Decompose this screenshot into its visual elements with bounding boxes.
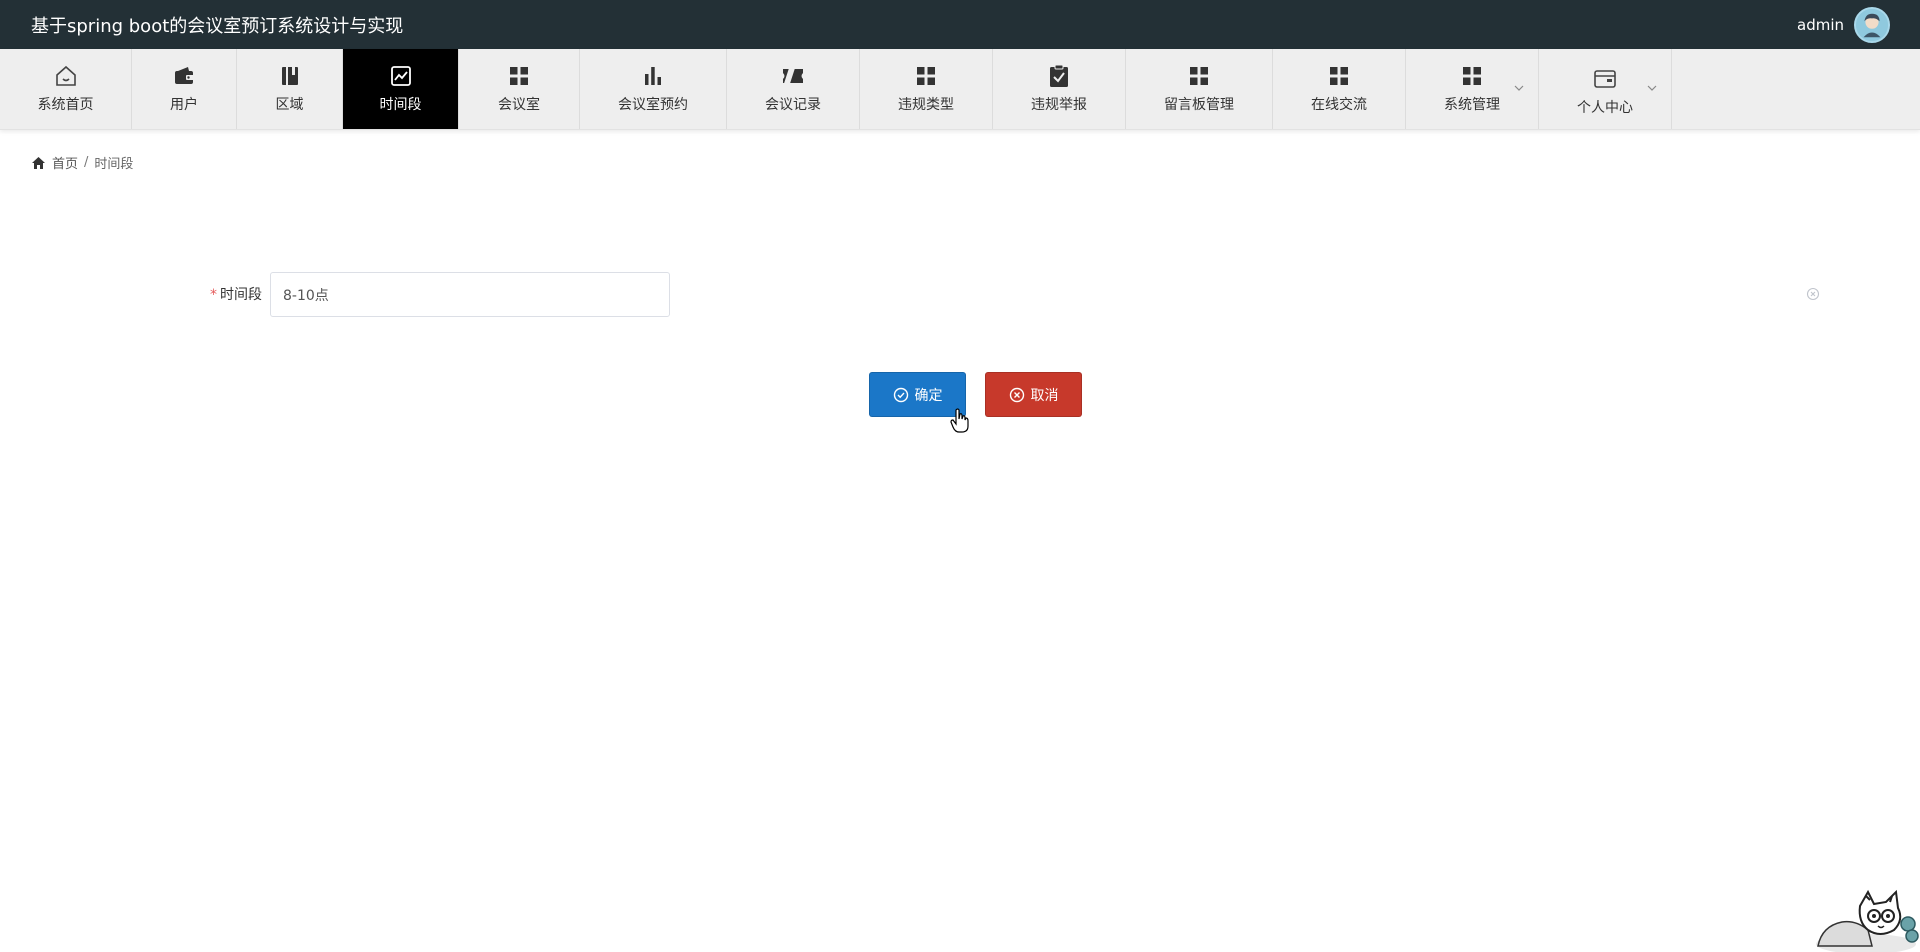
nav-item-message-board[interactable]: 留言板管理 [1126, 49, 1273, 129]
time-slot-label: * 时间段 [200, 284, 262, 304]
grid-icon [507, 64, 531, 88]
wallet-icon [172, 64, 196, 88]
cancel-button-label: 取消 [1030, 387, 1059, 404]
book-icon [278, 64, 302, 88]
nav-item-meeting-records[interactable]: 会议记录 [727, 49, 860, 129]
breadcrumb-home[interactable]: 首页 [52, 153, 78, 172]
top-header: 基于spring boot的会议室预订系统设计与实现 admin [0, 0, 1920, 49]
nav-label: 个人中心 [1577, 100, 1633, 116]
nav-item-online-chat[interactable]: 在线交流 [1273, 49, 1406, 129]
avatar[interactable] [1854, 6, 1890, 43]
username[interactable]: admin [1797, 16, 1844, 34]
chevron-down-icon [1514, 85, 1524, 91]
hand-cursor-icon [950, 408, 969, 433]
clipboard-check-icon [1047, 64, 1071, 88]
nav-label: 系统管理 [1444, 97, 1500, 113]
nav-label: 会议记录 [765, 97, 821, 113]
nav-item-users[interactable]: 用户 [132, 49, 237, 129]
grid-icon [1187, 64, 1211, 88]
nav-label: 会议室预约 [618, 97, 688, 113]
nav-label: 会议室 [498, 97, 540, 113]
main-nav: 系统首页 用户 区域 时间段 会议室 会议室预约 会议记录 违规类型 违规举报 … [0, 49, 1920, 130]
required-mark: * [210, 287, 217, 303]
nav-label: 时间段 [379, 97, 422, 113]
cancel-button[interactable]: 取消 [985, 372, 1082, 417]
nav-item-violation-reports[interactable]: 违规举报 [993, 49, 1126, 129]
nav-label: 留言板管理 [1164, 97, 1234, 113]
nav-item-violation-types[interactable]: 违规类型 [860, 49, 993, 129]
nav-item-meeting-room[interactable]: 会议室 [459, 49, 580, 129]
nav-item-system-management[interactable]: 系统管理 [1406, 49, 1539, 129]
breadcrumb-separator: / [84, 155, 89, 170]
nav-label: 违规举报 [1031, 97, 1087, 113]
check-circle-icon [893, 387, 908, 402]
grid-icon [1460, 64, 1484, 88]
nav-label: 用户 [170, 97, 198, 113]
clear-icon[interactable] [1806, 287, 1820, 301]
grid-icon [914, 64, 938, 88]
time-slot-label-text: 时间段 [220, 287, 262, 303]
nav-item-room-booking[interactable]: 会议室预约 [580, 49, 727, 129]
app-title: 基于spring boot的会议室预订系统设计与实现 [31, 15, 404, 37]
nav-item-time-slot[interactable]: 时间段 [343, 49, 459, 129]
time-slot-input[interactable] [270, 272, 670, 317]
nav-item-home[interactable]: 系统首页 [0, 49, 132, 129]
home-icon[interactable] [31, 156, 46, 170]
breadcrumb-current: 时间段 [94, 157, 134, 172]
nav-item-personal-center[interactable]: 个人中心 [1539, 49, 1672, 129]
nav-label: 违规类型 [898, 97, 954, 113]
home-icon [54, 64, 78, 88]
nav-item-region[interactable]: 区域 [237, 49, 343, 129]
chart-line-icon [389, 64, 413, 88]
grid-icon [1327, 64, 1351, 88]
confirm-button-label: 确定 [914, 387, 943, 404]
cat-mascot-icon [1816, 889, 1919, 952]
card-icon [1593, 67, 1617, 91]
nav-label: 在线交流 [1311, 97, 1367, 113]
close-circle-icon [1009, 387, 1024, 402]
ticket-icon [781, 64, 805, 88]
form-row-time-slot: * 时间段 [0, 272, 1920, 318]
nav-label: 系统首页 [37, 97, 94, 113]
bar-chart-icon [641, 64, 665, 88]
chevron-down-icon [1647, 85, 1657, 91]
user-menu[interactable]: admin [1797, 6, 1890, 43]
nav-label: 区域 [275, 97, 304, 113]
breadcrumb: 首页 / 时间段 [31, 153, 133, 172]
